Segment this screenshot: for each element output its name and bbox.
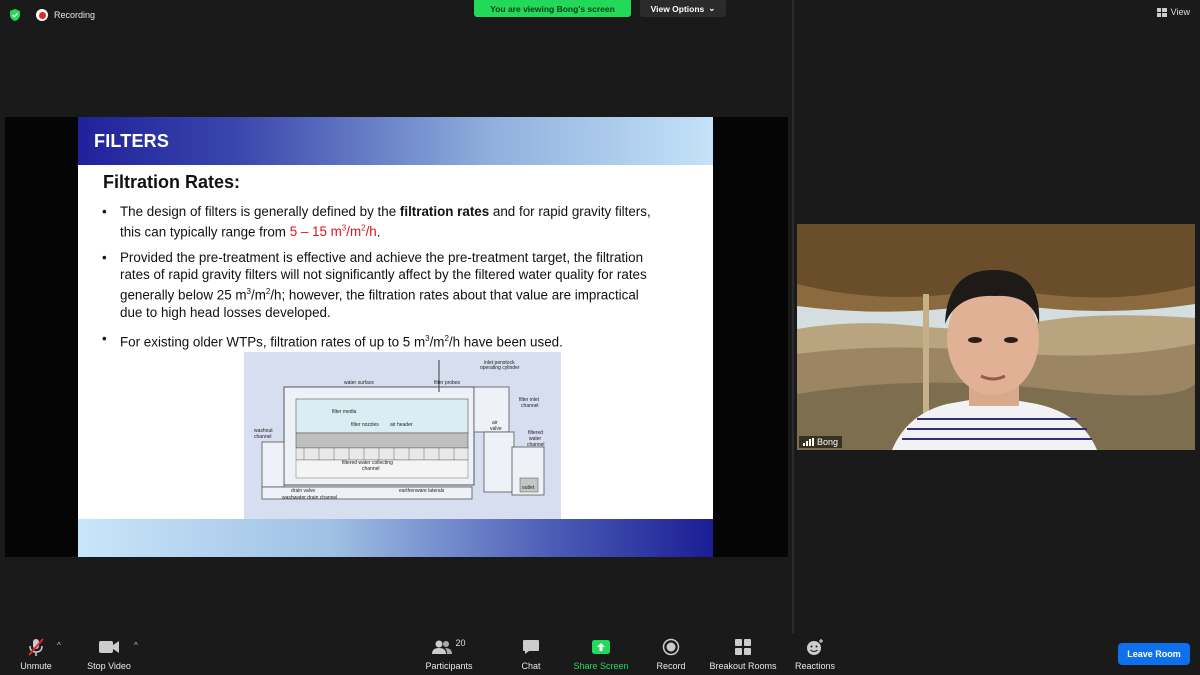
video-frame xyxy=(797,224,1195,450)
signal-strength-icon xyxy=(803,438,814,446)
svg-text:channel: channel xyxy=(362,466,380,472)
reactions-label: Reactions xyxy=(794,661,836,671)
slide-subtitle: Filtration Rates: xyxy=(103,172,241,192)
slide-header-bar: FILTERS xyxy=(78,117,713,165)
shield-check-icon[interactable] xyxy=(8,8,22,22)
participants-label: Participants xyxy=(425,661,473,671)
breakout-rooms-label: Breakout Rooms xyxy=(709,661,777,671)
view-button[interactable]: View xyxy=(1156,7,1190,17)
svg-text:filter media: filter media xyxy=(332,409,357,415)
unmute-button[interactable]: Unmute xyxy=(18,637,54,671)
grid-view-icon xyxy=(1156,7,1167,17)
recording-label: Recording xyxy=(54,10,96,20)
participant-video[interactable]: Bong xyxy=(797,224,1195,450)
viewing-screen-banner: You are viewing Bong's screen xyxy=(474,0,631,17)
svg-text:water surface: water surface xyxy=(344,380,374,386)
svg-text:earthenware laterals: earthenware laterals xyxy=(399,488,445,494)
share-screen-icon xyxy=(592,640,610,654)
slide-footer-bar xyxy=(78,519,713,557)
bullet-item: The design of filters is generally defin… xyxy=(102,203,662,240)
svg-text:channel: channel xyxy=(521,403,539,409)
svg-text:air header: air header xyxy=(390,422,413,428)
video-options-caret-icon[interactable]: ^ xyxy=(134,641,138,650)
svg-text:valve: valve xyxy=(490,426,502,432)
share-screen-button[interactable]: Share Screen xyxy=(572,637,630,671)
recording-indicator: Recording xyxy=(8,8,95,22)
breakout-rooms-icon xyxy=(735,639,751,655)
view-options-label: View Options xyxy=(650,3,705,14)
breakout-rooms-button[interactable]: Breakout Rooms xyxy=(707,637,779,671)
slide-title: FILTERS xyxy=(94,130,170,151)
unmute-label: Unmute xyxy=(20,661,52,671)
chat-label: Chat xyxy=(521,661,541,671)
svg-text:operating cylinder: operating cylinder xyxy=(480,365,520,371)
svg-text:channel: channel xyxy=(254,434,272,440)
leave-room-button[interactable]: Leave Room xyxy=(1118,643,1190,665)
meeting-window: Recording You are viewing Bong's screen … xyxy=(0,0,1200,675)
participants-icon xyxy=(432,640,453,654)
bullet-item: For existing older WTPs, filtration rate… xyxy=(102,330,662,350)
reactions-button[interactable]: Reactions xyxy=(794,637,836,671)
participant-name: Bong xyxy=(817,437,839,447)
microphone-muted-icon xyxy=(28,638,44,656)
participants-button[interactable]: 20 Participants xyxy=(423,637,475,671)
presentation-slide: FILTERS Filtration Rates: The design of … xyxy=(78,117,713,557)
bullet-list: The design of filters is generally defin… xyxy=(102,203,662,359)
view-options-button[interactable]: View Options ⌄ xyxy=(640,0,726,17)
share-screen-label: Share Screen xyxy=(573,661,629,671)
stop-video-label: Stop Video xyxy=(87,661,131,671)
reactions-icon xyxy=(807,639,823,655)
record-label: Record xyxy=(656,661,686,671)
stop-video-button[interactable]: Stop Video xyxy=(84,637,134,671)
svg-text:filter nozzles: filter nozzles xyxy=(351,422,379,428)
record-icon xyxy=(662,638,680,656)
svg-text:drain valve: drain valve xyxy=(291,488,315,494)
record-dot-icon[interactable] xyxy=(36,9,48,21)
filter-diagram: water surface filter probes inlet pensto… xyxy=(244,352,561,519)
svg-text:filter probes: filter probes xyxy=(434,380,461,386)
record-button[interactable]: Record xyxy=(654,637,688,671)
participants-count: 20 xyxy=(455,638,466,648)
view-label: View xyxy=(1170,7,1190,17)
bullet-item: Provided the pre-treatment is effective … xyxy=(102,249,662,320)
shared-screen: FILTERS Filtration Rates: The design of … xyxy=(5,117,788,557)
audio-options-caret-icon[interactable]: ^ xyxy=(57,641,61,650)
panel-divider[interactable] xyxy=(792,0,794,633)
meeting-toolbar: Unmute ^ Stop Video ^ 20 Participants Ch… xyxy=(0,633,1200,675)
chat-bubble-icon xyxy=(523,640,539,654)
video-camera-icon xyxy=(99,641,119,653)
svg-text:channel: channel xyxy=(527,442,545,448)
svg-text:outlet: outlet xyxy=(522,485,535,491)
chat-button[interactable]: Chat xyxy=(518,637,544,671)
chevron-down-icon: ⌄ xyxy=(708,3,716,13)
participant-name-tag: Bong xyxy=(799,436,843,448)
svg-text:washwater drain channel: washwater drain channel xyxy=(282,495,337,501)
